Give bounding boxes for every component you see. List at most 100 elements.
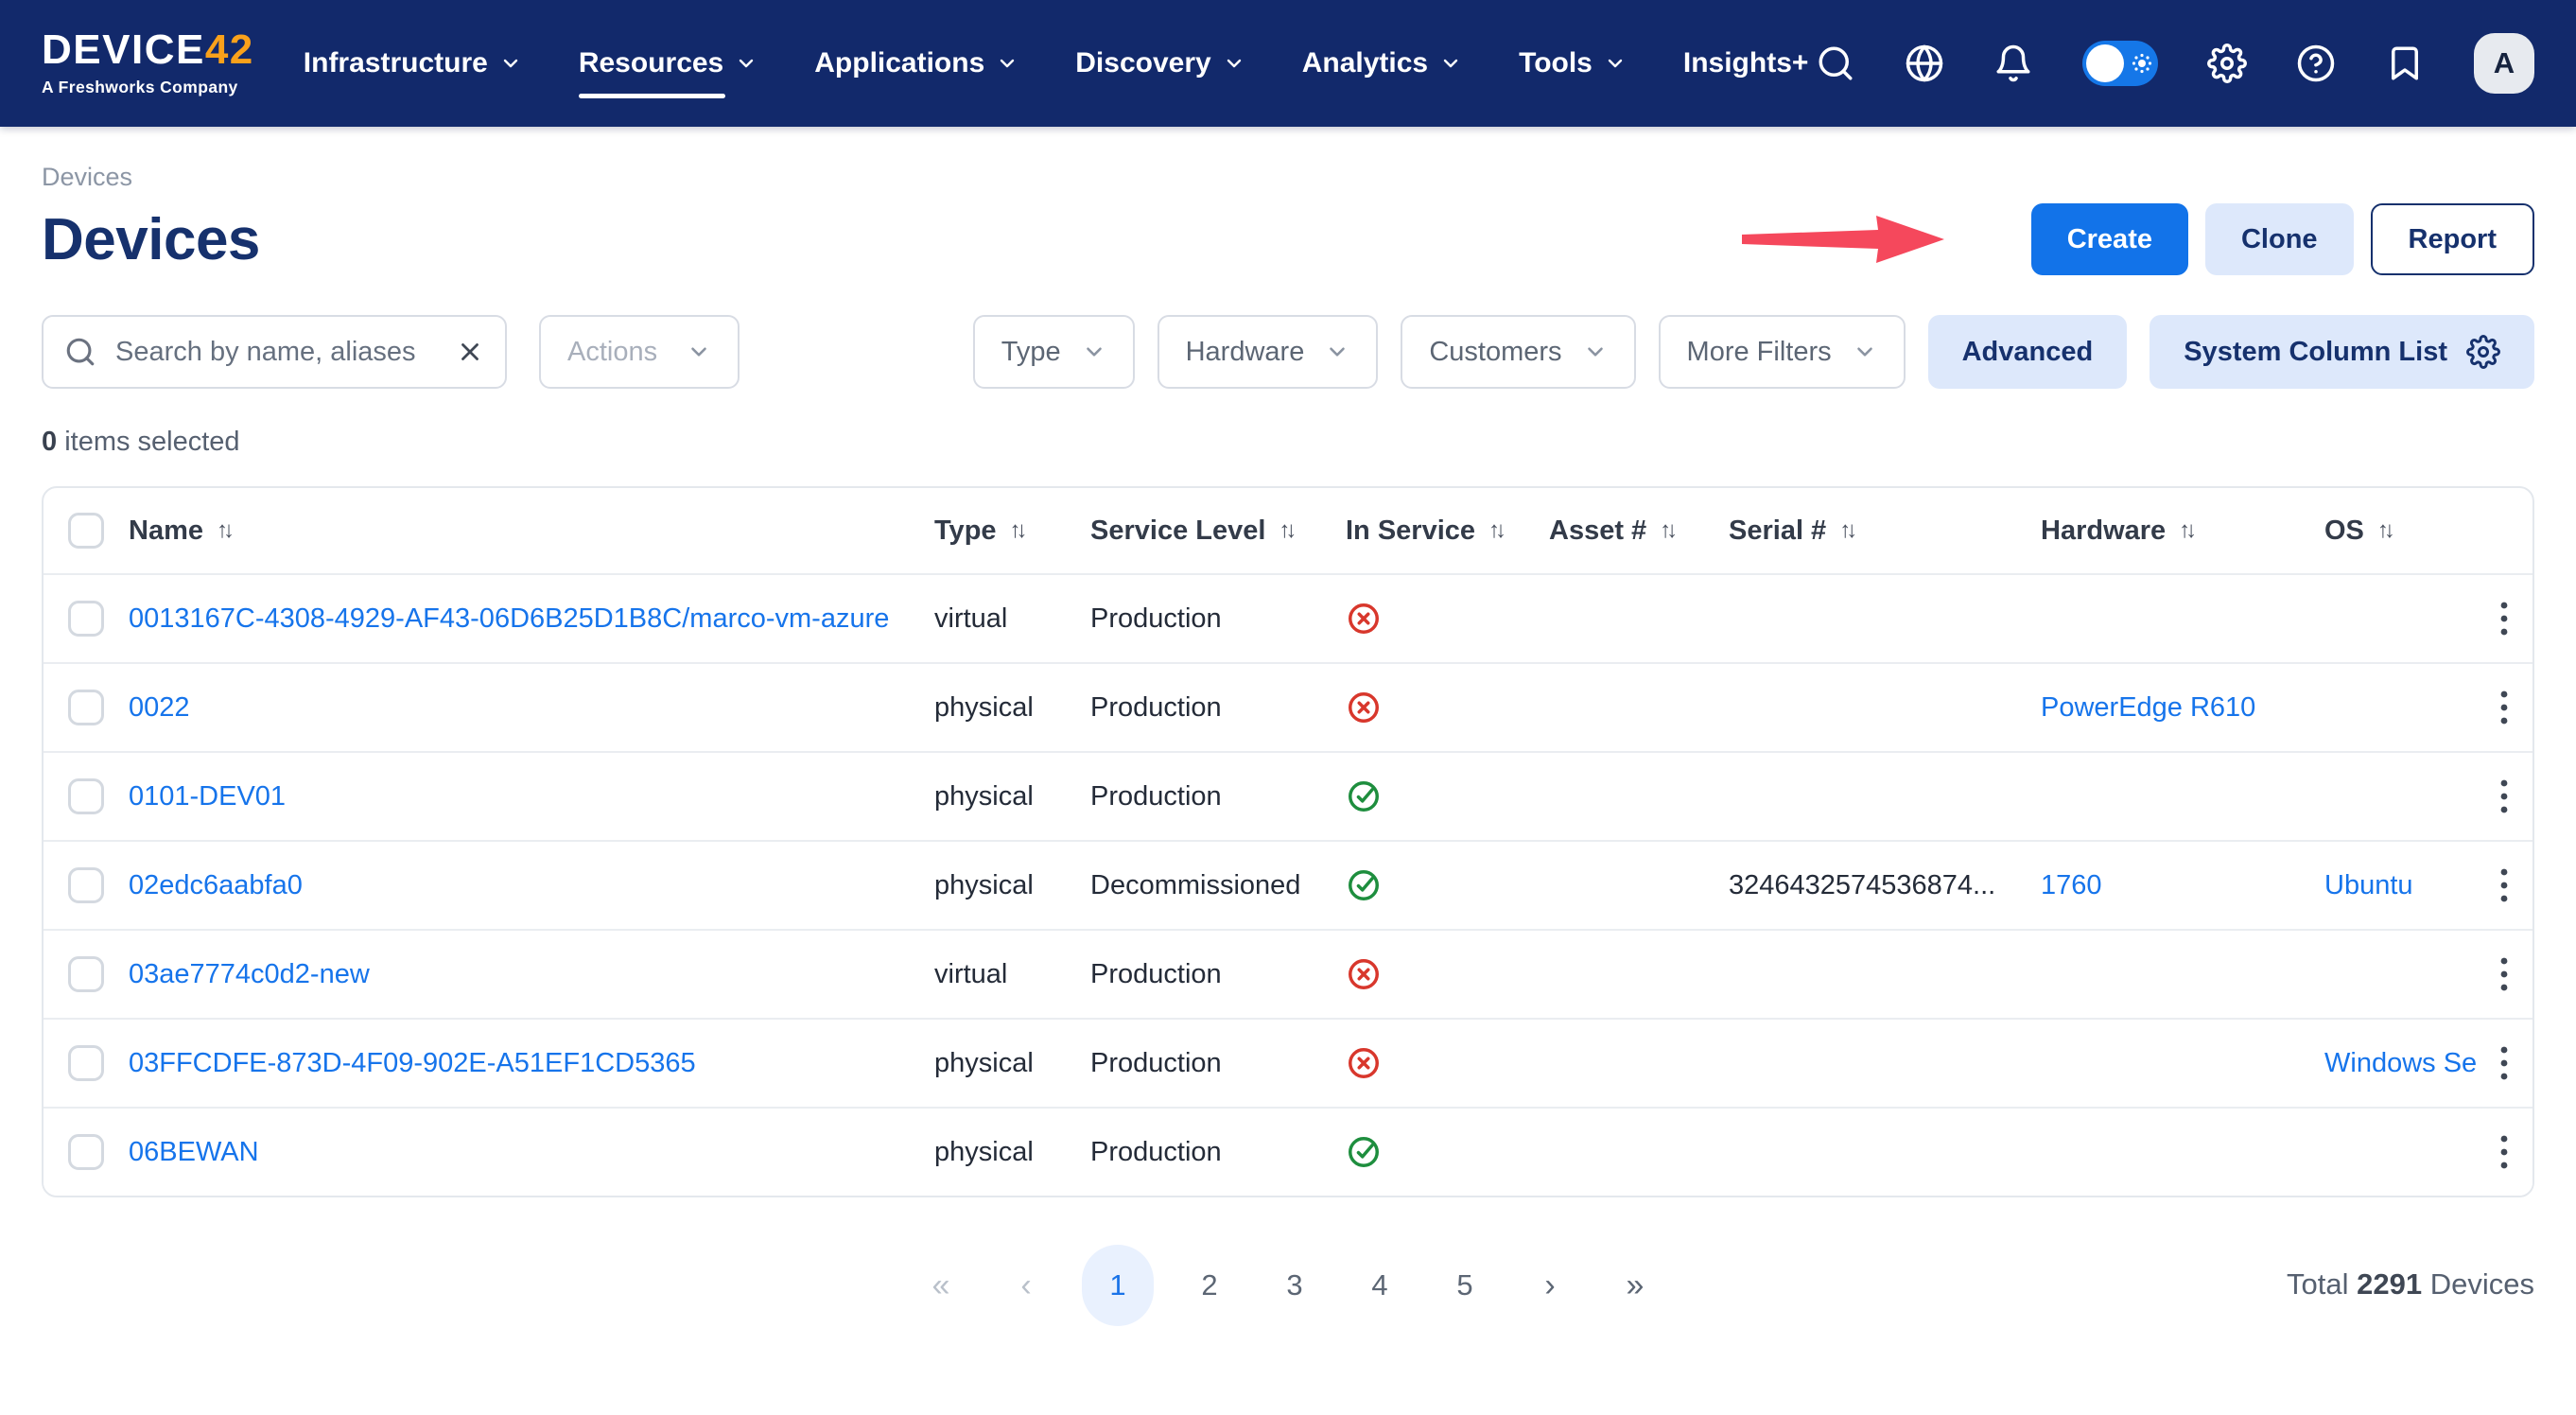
nav-item-discovery[interactable]: Discovery [1075, 47, 1244, 79]
hardware-filter-dropdown[interactable]: Hardware [1157, 315, 1379, 389]
actions-dropdown[interactable]: Actions [539, 315, 740, 389]
total-count: Total 2291 Devices [2287, 1267, 2534, 1301]
page-button-2[interactable]: 2 [1180, 1245, 1239, 1326]
table-row: 06BEWAN physical Production [44, 1107, 2532, 1196]
search-box [42, 315, 507, 389]
last-page-button[interactable]: » [1606, 1245, 1664, 1326]
device-name-link[interactable]: 02edc6aabfa0 [129, 870, 303, 900]
bell-icon[interactable] [1993, 44, 2033, 83]
row-checkbox[interactable] [68, 956, 104, 992]
column-header-asset[interactable]: Asset # [1549, 515, 1729, 547]
customers-filter-dropdown[interactable]: Customers [1401, 315, 1635, 389]
row-select-cell [44, 867, 129, 903]
hardware-link[interactable]: PowerEdge R610 [2041, 692, 2255, 723]
sort-icon[interactable] [2179, 517, 2197, 544]
row-checkbox[interactable] [68, 690, 104, 725]
row-menu-kebab[interactable] [2476, 1044, 2532, 1082]
clone-button[interactable]: Clone [2205, 203, 2354, 275]
column-header-type[interactable]: Type [934, 515, 1090, 547]
more-filters-dropdown[interactable]: More Filters [1659, 315, 1906, 389]
row-menu-kebab[interactable] [2476, 600, 2532, 638]
page-button-4[interactable]: 4 [1350, 1245, 1409, 1326]
column-header-os[interactable]: OS [2324, 515, 2476, 547]
gear-icon[interactable] [2207, 44, 2247, 83]
advanced-button[interactable]: Advanced [1928, 315, 2128, 389]
device42-logo[interactable]: DEVICE42 A Freshworks Company [42, 29, 254, 97]
device-name-link[interactable]: 0101-DEV01 [129, 781, 286, 812]
sort-icon[interactable] [1279, 517, 1297, 544]
row-menu-kebab[interactable] [2476, 955, 2532, 993]
device-name-link[interactable]: 0013167C-4308-4929-AF43-06D6B25D1B8C/mar… [129, 603, 889, 634]
sort-icon[interactable] [1488, 517, 1506, 544]
user-avatar[interactable]: A [2474, 33, 2534, 94]
first-page-button[interactable]: « [912, 1245, 970, 1326]
toggle-knob [2086, 44, 2124, 82]
row-menu-kebab[interactable] [2476, 1133, 2532, 1171]
hardware-link[interactable]: 1760 [2041, 870, 2102, 900]
create-button[interactable]: Create [2031, 203, 2188, 275]
row-select-cell [44, 1045, 129, 1081]
prev-page-button[interactable]: ‹ [997, 1245, 1055, 1326]
os-link[interactable]: Windows Se [2324, 1048, 2476, 1078]
search-input[interactable] [113, 336, 439, 369]
column-header-service-level[interactable]: Service Level [1090, 515, 1346, 547]
bookmark-icon[interactable] [2385, 44, 2425, 83]
page-button-3[interactable]: 3 [1265, 1245, 1324, 1326]
help-icon[interactable] [2296, 44, 2336, 83]
chevron-down-icon [1325, 340, 1349, 364]
sort-icon[interactable] [2377, 517, 2395, 544]
column-header-name[interactable]: Name [129, 515, 934, 547]
device-type: physical [934, 870, 1090, 901]
row-checkbox[interactable] [68, 601, 104, 637]
row-select-cell [44, 778, 129, 814]
page-title: Devices [42, 206, 260, 273]
report-button[interactable]: Report [2371, 203, 2534, 275]
type-filter-dropdown[interactable]: Type [973, 315, 1135, 389]
in-service-icon [1346, 1134, 1541, 1170]
annotation-arrow-icon [1734, 210, 1952, 269]
globe-icon[interactable] [1905, 44, 1944, 83]
row-checkbox[interactable] [68, 1045, 104, 1081]
page-button-5[interactable]: 5 [1436, 1245, 1494, 1326]
service-level: Production [1090, 603, 1346, 635]
clear-search-icon[interactable] [456, 338, 484, 366]
search-icon[interactable] [1816, 44, 1855, 83]
system-column-list-button[interactable]: System Column List [2150, 315, 2534, 389]
nav-item-infrastructure[interactable]: Infrastructure [304, 47, 522, 79]
row-checkbox[interactable] [68, 867, 104, 903]
device-name-link[interactable]: 0022 [129, 692, 190, 723]
os-link[interactable]: Ubuntu [2324, 870, 2413, 900]
breadcrumb[interactable]: Devices [42, 163, 2534, 192]
row-menu-kebab[interactable] [2476, 777, 2532, 815]
device-name-link[interactable]: 03FFCDFE-873D-4F09-902E-A51EF1CD5365 [129, 1048, 696, 1078]
sort-icon[interactable] [1010, 517, 1028, 544]
column-header-in-service[interactable]: In Service [1346, 515, 1549, 547]
page-actions: Create Clone Report [1734, 203, 2534, 275]
nav-item-tools[interactable]: Tools [1519, 47, 1627, 79]
device-name-link[interactable]: 03ae7774c0d2-new [129, 959, 370, 989]
pagination: « ‹ 1 2 3 4 5 › » [912, 1245, 1664, 1326]
column-header-serial[interactable]: Serial # [1729, 515, 2041, 547]
page-button-1[interactable]: 1 [1082, 1245, 1154, 1326]
nav-item-resources[interactable]: Resources [579, 47, 757, 79]
device-name-link[interactable]: 06BEWAN [129, 1137, 259, 1167]
select-all-checkbox[interactable] [68, 513, 104, 549]
device-type: virtual [934, 959, 1090, 990]
row-checkbox[interactable] [68, 778, 104, 814]
row-menu-kebab[interactable] [2476, 689, 2532, 726]
row-menu-kebab[interactable] [2476, 866, 2532, 904]
devices-table: Name Type Service Level In Service Asset… [42, 486, 2534, 1197]
theme-toggle[interactable] [2082, 41, 2158, 86]
nav-item-applications[interactable]: Applications [814, 47, 1018, 79]
sort-icon[interactable] [1660, 517, 1678, 544]
top-navbar: DEVICE42 A Freshworks Company Infrastruc… [0, 0, 2576, 127]
nav-item-analytics[interactable]: Analytics [1302, 47, 1462, 79]
device-type: physical [934, 692, 1090, 724]
in-service-icon [1346, 867, 1541, 903]
column-header-hardware[interactable]: Hardware [2041, 515, 2324, 547]
nav-item-insights[interactable]: Insights+ [1683, 47, 1809, 79]
sort-icon[interactable] [217, 517, 235, 544]
row-checkbox[interactable] [68, 1134, 104, 1170]
next-page-button[interactable]: › [1521, 1245, 1579, 1326]
sort-icon[interactable] [1839, 517, 1857, 544]
